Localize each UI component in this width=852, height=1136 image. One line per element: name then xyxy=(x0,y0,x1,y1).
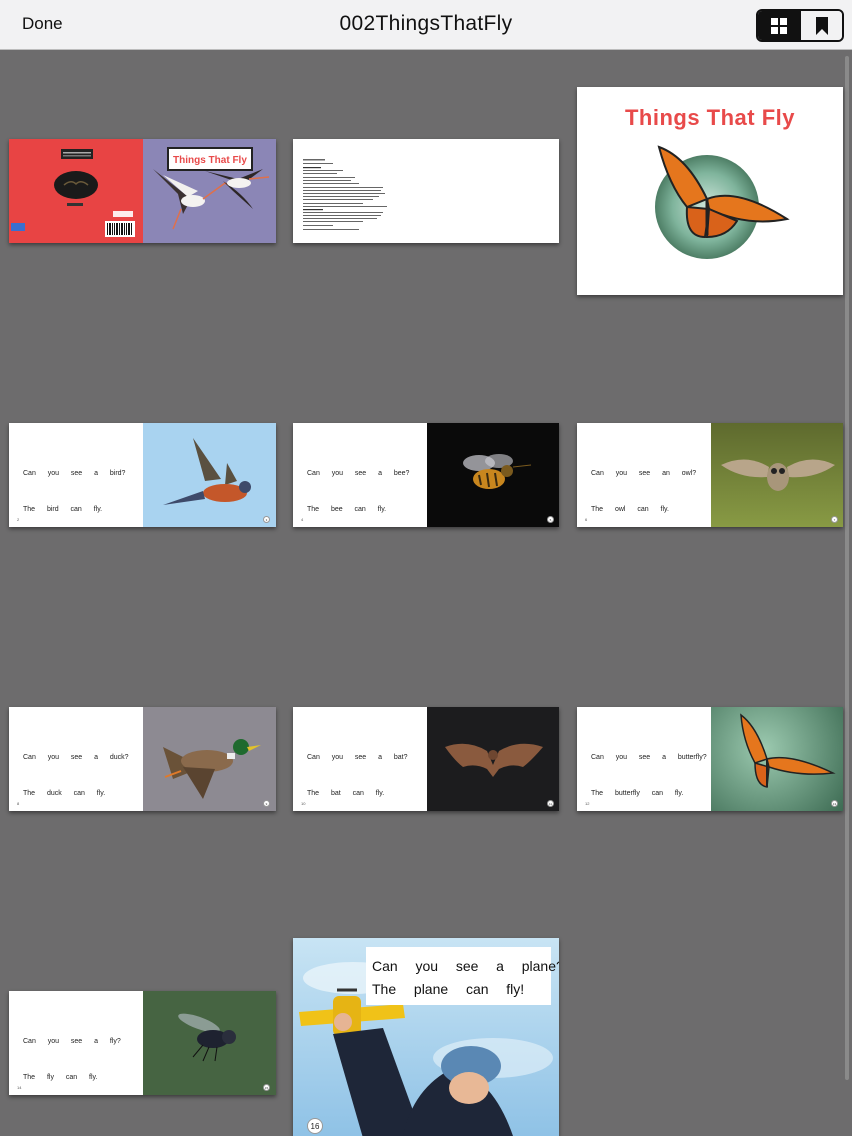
cover-back xyxy=(9,139,143,243)
text-line: The bat can fly. xyxy=(307,790,385,797)
page-number: 16 xyxy=(307,1118,323,1134)
text-line: The butterfly can fly. xyxy=(591,790,684,797)
page-thumbnail-butterfly[interactable]: Can you see a butterfly? The butterfly c… xyxy=(577,707,843,811)
page-text-owl: Can you see an owl? The owl can fly. 6 xyxy=(577,423,711,527)
bird-image: 3 xyxy=(143,423,276,527)
fly-image: 15 xyxy=(143,991,276,1095)
page-text-fly: Can you see a fly? The fly can fly. 14 xyxy=(9,991,143,1095)
page-number: 15 xyxy=(263,1084,270,1091)
page-number: 7 xyxy=(831,516,838,523)
plane-text-box: Can you see a plane? The plane can fly! xyxy=(366,947,559,1005)
page-number: 2 xyxy=(17,517,20,522)
text-line: Can you see an owl? xyxy=(591,470,697,477)
page-text-duck: Can you see a duck? The duck can fly. 8 xyxy=(9,707,143,811)
text-line: Can you see a duck? xyxy=(23,754,129,761)
page-thumbnail-fly[interactable]: Can you see a fly? The fly can fly. 14 1… xyxy=(9,991,276,1095)
bat-image: 11 xyxy=(427,707,559,811)
text-line: The fly can fly. xyxy=(23,1074,98,1081)
butterfly-image: 13 xyxy=(711,707,843,811)
page-number: 11 xyxy=(547,800,554,807)
view-mode-segmented-control xyxy=(756,9,844,42)
fly-illustration xyxy=(178,1013,236,1062)
text-line: The plane can fly! xyxy=(372,981,525,997)
cover-back-art xyxy=(11,149,135,237)
grid-icon xyxy=(770,17,787,34)
page-text: Can you see an owl? The owl can fly. xyxy=(591,444,696,527)
text-line: The owl can fly. xyxy=(591,506,669,513)
page-number: 14 xyxy=(17,1085,22,1090)
page-number: 6 xyxy=(585,517,588,522)
page-thumbnail-owl[interactable]: Can you see an owl? The owl can fly. 6 7 xyxy=(577,423,843,527)
cover-front: Things That Fly xyxy=(143,139,276,243)
page-text-bat: Can you see a bat? The bat can fly. 10 xyxy=(293,707,427,811)
page-text: Can you see a bat? The bat can fly. xyxy=(307,728,408,811)
bee-image: 5 xyxy=(427,423,559,527)
page-thumbnail-info[interactable] xyxy=(293,139,559,243)
text-line: Can you see a plane? xyxy=(372,958,559,974)
bee-illustration xyxy=(463,454,532,489)
page-text: Can you see a bee? The bee can fly. xyxy=(307,444,409,527)
page-thumbnail-bird[interactable]: Can you see a bird? The bird can fly. 2 … xyxy=(9,423,276,527)
text-line: The bee can fly. xyxy=(307,506,387,513)
page-number: 5 xyxy=(547,516,554,523)
page-text-butterfly: Can you see a butterfly? The butterfly c… xyxy=(577,707,711,811)
page-text: Can you see a fly? The fly can fly. xyxy=(23,1012,121,1095)
text-line: The bird can fly. xyxy=(23,506,103,513)
duck-illustration xyxy=(163,739,261,799)
butterfly-illustration xyxy=(740,713,836,788)
page-thumbnail-cover[interactable]: Things That Fly xyxy=(9,139,276,243)
page-thumbnail-bat[interactable]: Can you see a bat? The bat can fly. 10 1… xyxy=(293,707,559,811)
page-number: 12 xyxy=(585,801,590,806)
vertical-scrollbar[interactable] xyxy=(845,56,849,1080)
page-text-bird: Can you see a bird? The bird can fly. 2 xyxy=(9,423,143,527)
page-text: Can you see a butterfly? The butterfly c… xyxy=(591,728,707,811)
page-number: 3 xyxy=(263,516,270,523)
text-line: Can you see a bat? xyxy=(307,754,408,761)
bat-illustration xyxy=(445,743,543,777)
owl-image: 7 xyxy=(711,423,843,527)
butterfly-circle-image xyxy=(655,145,790,259)
text-line: Can you see a bird? xyxy=(23,470,126,477)
page-number: 13 xyxy=(831,800,838,807)
bookmark-icon xyxy=(815,16,828,35)
page-thumbnail-plane[interactable]: Can you see a plane? The plane can fly! … xyxy=(293,938,559,1136)
owl-illustration xyxy=(721,459,835,491)
document-title: 002ThingsThatFly xyxy=(339,12,513,35)
page-text: Can you see a duck? The duck can fly. xyxy=(23,728,129,811)
text-line: Can you see a fly? xyxy=(23,1038,121,1045)
page-thumbnail-title[interactable]: Things That Fly xyxy=(577,87,843,295)
text-line: Can you see a butterfly? xyxy=(591,754,707,761)
page-text-bee: Can you see a bee? The bee can fly. 4 xyxy=(293,423,427,527)
bird-illustration xyxy=(163,438,251,505)
page-number: 10 xyxy=(301,801,306,806)
text-line: Can you see a bee? xyxy=(307,470,410,477)
duck-image: 9 xyxy=(143,707,276,811)
page-number: 4 xyxy=(301,517,304,522)
page-thumbnail-bee[interactable]: Can you see a bee? The bee can fly. 4 5 xyxy=(293,423,559,527)
page-number: 9 xyxy=(263,800,270,807)
page-number: 8 xyxy=(17,801,20,806)
page-thumbnail-duck[interactable]: Can you see a duck? The duck can fly. 8 … xyxy=(9,707,276,811)
page-text: Can you see a bird? The bird can fly. xyxy=(23,444,125,527)
text-line: The duck can fly. xyxy=(23,790,106,797)
storks-image xyxy=(153,169,270,230)
info-text-block xyxy=(303,159,387,230)
navigation-bar: Done 002ThingsThatFly xyxy=(0,0,852,50)
bookmarks-view-button[interactable] xyxy=(799,11,842,40)
grid-view-button[interactable] xyxy=(758,11,799,40)
